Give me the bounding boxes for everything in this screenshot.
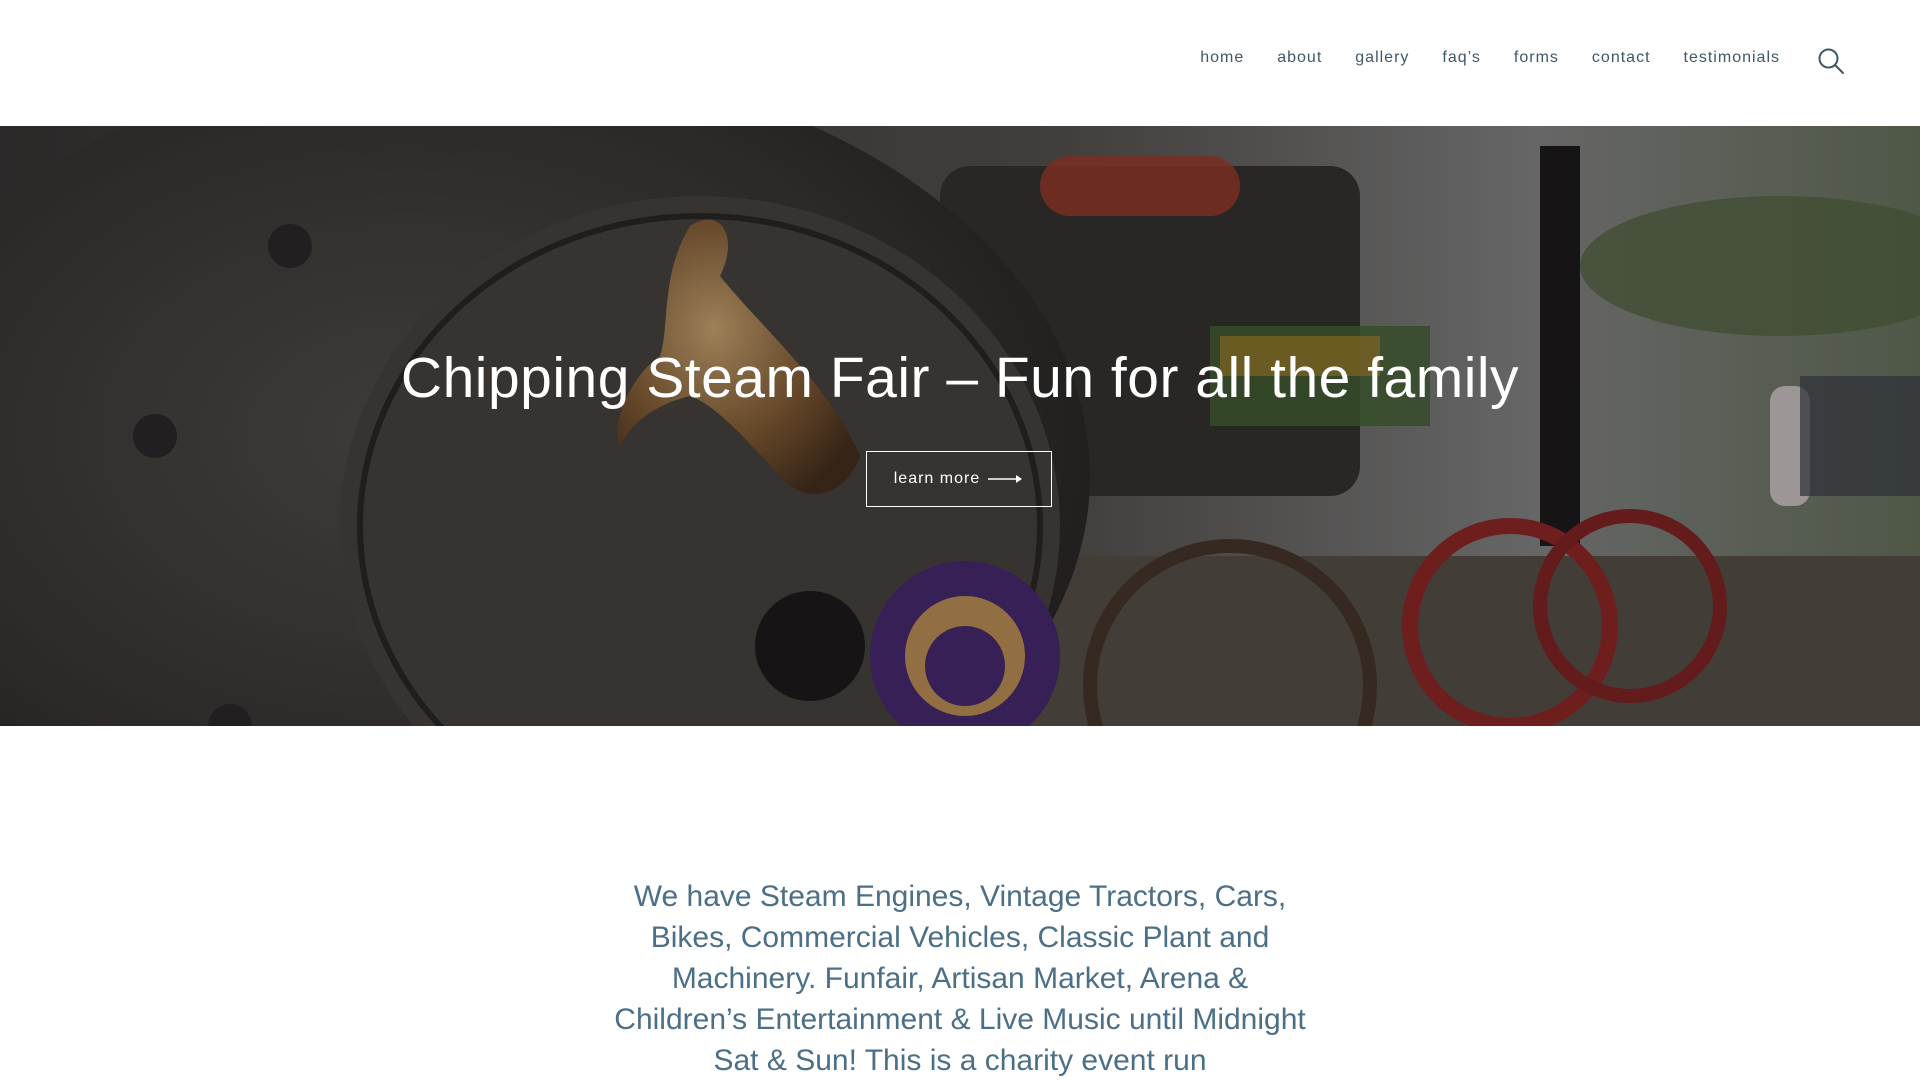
nav-item-testimonials[interactable]: testimonials <box>1684 49 1780 67</box>
hero-title: Chipping Steam Fair – Fun for all the fa… <box>400 346 1520 410</box>
hero-overlay <box>0 126 1920 726</box>
nav-item-about[interactable]: about <box>1277 49 1322 67</box>
main-nav: home about gallery faq’s forms contact t… <box>1200 49 1780 67</box>
nav-item-contact[interactable]: contact <box>1592 49 1651 67</box>
hero-banner: Chipping Steam Fair – Fun for all the fa… <box>0 126 1920 726</box>
learn-more-label: learn more <box>893 470 981 487</box>
nav-item-faqs[interactable]: faq’s <box>1442 49 1481 67</box>
intro-paragraph: We have Steam Engines, Vintage Tractors,… <box>614 880 1306 1077</box>
site-header: home about gallery faq’s forms contact t… <box>0 0 1920 126</box>
arrow-right-icon <box>988 475 1023 483</box>
nav-item-home[interactable]: home <box>1200 49 1244 67</box>
nav-item-forms[interactable]: forms <box>1514 49 1559 67</box>
nav-item-gallery[interactable]: gallery <box>1355 49 1409 67</box>
learn-more-button[interactable]: learn more <box>866 451 1052 507</box>
search-icon[interactable] <box>1816 46 1846 76</box>
